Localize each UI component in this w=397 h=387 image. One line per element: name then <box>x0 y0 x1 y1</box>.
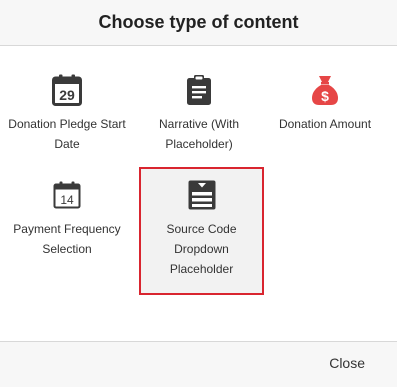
calendar-29-icon: 29 <box>51 74 83 106</box>
choose-content-dialog: Choose type of content 29 Donation Pledg… <box>0 0 397 387</box>
tile-label: Source Code Dropdown Placeholder <box>166 222 237 276</box>
close-button[interactable]: Close <box>329 355 365 371</box>
dialog-footer: Close <box>0 341 397 387</box>
svg-text:29: 29 <box>59 87 75 103</box>
tile-label: Donation Pledge Start Date <box>8 117 126 151</box>
money-bag-icon: $ <box>309 74 341 106</box>
svg-text:14: 14 <box>60 193 74 207</box>
tile-label: Narrative (With Placeholder) <box>158 117 239 151</box>
tile-source-code-dropdown-placeholder[interactable]: Source Code Dropdown Placeholder <box>139 167 264 295</box>
tile-donation-pledge-start-date[interactable]: 29 Donation Pledge Start Date <box>8 74 126 154</box>
dialog-title: Choose type of content <box>98 12 299 32</box>
calendar-14-icon: 14 <box>51 179 83 211</box>
svg-text:$: $ <box>321 88 329 104</box>
clipboard-icon <box>183 74 215 106</box>
tile-label: Payment Frequency Selection <box>13 222 121 256</box>
tile-payment-frequency-selection[interactable]: 14 Payment Frequency Selection <box>8 179 126 259</box>
dialog-header: Choose type of content <box>0 0 397 46</box>
tile-label: Donation Amount <box>278 117 372 131</box>
tile-donation-amount[interactable]: $ Donation Amount <box>266 74 384 134</box>
tile-narrative-with-placeholder[interactable]: Narrative (With Placeholder) <box>140 74 258 154</box>
dropdown-list-icon <box>186 179 218 211</box>
content-type-grid: 29 Donation Pledge Start Date Narrative … <box>0 46 397 341</box>
